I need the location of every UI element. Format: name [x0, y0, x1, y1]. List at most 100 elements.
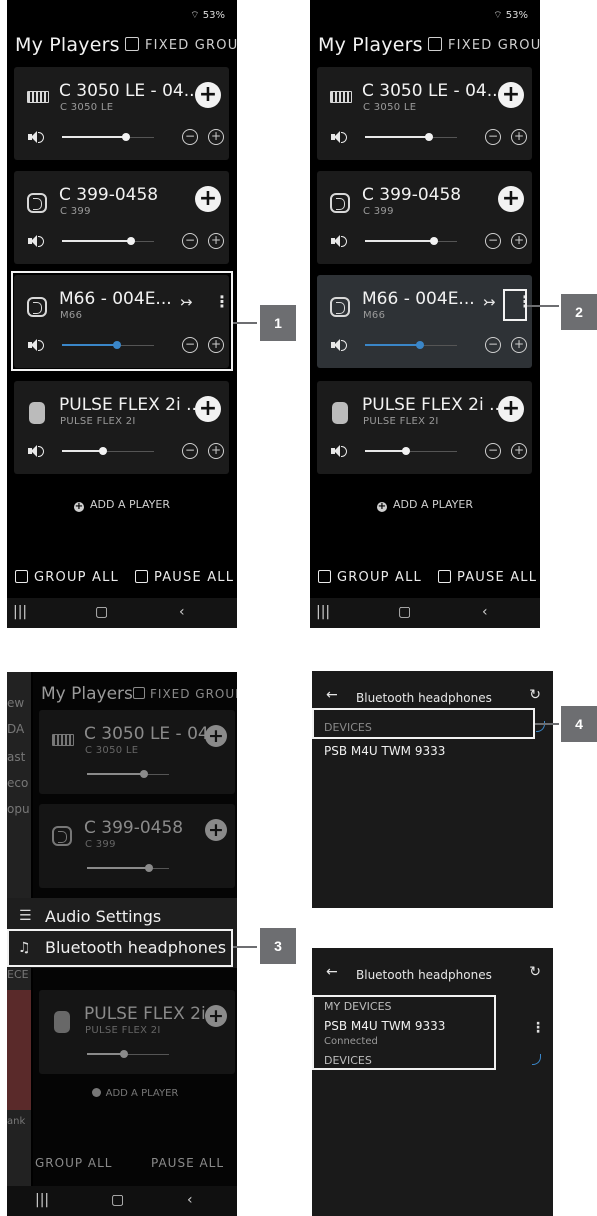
volume-slider[interactable]	[62, 237, 154, 245]
volume-up-button[interactable]: +	[511, 443, 527, 459]
callout-leader	[233, 322, 257, 324]
speaker-icon	[28, 130, 44, 144]
volume-slider[interactable]	[365, 341, 457, 349]
player-card[interactable]: PULSE FLEX 2i ... PULSE FLEX 2I + − +	[14, 381, 229, 474]
add-to-group-button[interactable]: +	[205, 819, 227, 841]
group-all-button[interactable]: GROUP ALL	[15, 570, 119, 585]
volume-down-button[interactable]: −	[182, 129, 198, 145]
back-icon[interactable]: ‹	[179, 604, 185, 620]
add-to-group-button[interactable]: +	[205, 1005, 227, 1027]
bluos-device-icon	[330, 297, 350, 317]
speaker-icon	[331, 234, 347, 248]
bluetooth-screen-2: ← Bluetooth headphones ↻ MY DEVICES PSB …	[312, 948, 553, 1216]
bluetooth-device-item[interactable]: PSB M4U TWM 9333	[324, 744, 445, 758]
pause-all-button[interactable]: PAUSE ALL	[135, 570, 234, 585]
add-to-group-button[interactable]: +	[205, 725, 227, 747]
add-to-group-button[interactable]: +	[195, 186, 221, 212]
player-card[interactable]: C 3050 LE - 04... C 3050 LE + − +	[317, 67, 532, 160]
speaker-icon	[28, 444, 44, 458]
callout-2: 2	[561, 294, 597, 330]
fixed-group-button[interactable]: FIXED GROUP	[428, 37, 540, 53]
pause-all-button[interactable]: PAUSE ALL	[151, 1156, 224, 1170]
player-model: PULSE FLEX 2I	[85, 1025, 161, 1036]
volume-slider[interactable]	[62, 133, 154, 141]
player-name: C 399-0458	[362, 185, 462, 205]
fixed-group-button[interactable]: FIXED GROUP	[125, 37, 237, 53]
add-player-button[interactable]: ADD A PLAYER	[33, 1088, 237, 1099]
page-title: My Players	[318, 34, 423, 56]
volume-slider[interactable]	[87, 770, 169, 778]
player-model: PULSE FLEX 2I	[363, 416, 439, 427]
plus-icon: +	[377, 501, 387, 512]
player-card[interactable]: C 3050 LE - 04... C 3050 LE + − +	[14, 67, 229, 160]
group-all-button[interactable]: GROUP ALL	[318, 570, 422, 585]
album-art-thumbnail	[7, 990, 31, 1110]
volume-up-button[interactable]: +	[511, 129, 527, 145]
add-to-group-button[interactable]: +	[498, 82, 524, 108]
player-model: C 3050 LE	[363, 102, 417, 113]
player-card[interactable]: C 399-0458 C 399 +	[39, 804, 235, 888]
home-nav-icon[interactable]: ▢	[111, 1192, 124, 1208]
pause-all-button[interactable]: PAUSE ALL	[438, 570, 537, 585]
screen-title: Bluetooth headphones	[356, 968, 492, 982]
player-card[interactable]: C 399-0458 C 399 + − +	[14, 171, 229, 264]
add-to-group-button[interactable]: +	[498, 396, 524, 422]
volume-up-button[interactable]: +	[511, 233, 527, 249]
back-icon[interactable]: ‹	[482, 604, 488, 620]
volume-slider[interactable]	[365, 133, 457, 141]
add-player-button[interactable]: + ADD A PLAYER	[7, 498, 237, 512]
bluos-device-icon	[330, 193, 350, 213]
add-to-group-button[interactable]: +	[195, 82, 221, 108]
refresh-icon[interactable]: ↻	[529, 964, 541, 980]
player-card[interactable]: M66 - 004E... M66 ↣ ⋮ − +	[317, 275, 532, 368]
group-arrow-icon[interactable]: ↣	[483, 293, 496, 311]
volume-down-button[interactable]: −	[485, 233, 501, 249]
group-all-button[interactable]: GROUP ALL	[35, 1156, 113, 1170]
recents-icon[interactable]: |||	[13, 604, 27, 620]
volume-slider[interactable]	[62, 447, 154, 455]
player-card[interactable]: C 399-0458 C 399 + − +	[317, 171, 532, 264]
back-arrow-icon[interactable]: ←	[326, 687, 338, 703]
bluos-device-icon	[27, 193, 47, 213]
volume-down-button[interactable]: −	[182, 443, 198, 459]
player-card[interactable]: PULSE FLEX 2i ... PULSE FLEX 2I + − +	[317, 381, 532, 474]
back-icon[interactable]: ‹	[187, 1192, 193, 1208]
volume-up-button[interactable]: +	[208, 443, 224, 459]
player-name: PULSE FLEX 2i ...	[59, 395, 203, 415]
volume-down-button[interactable]: −	[485, 443, 501, 459]
player-name: C 399-0458	[84, 818, 184, 838]
loading-spinner-icon	[532, 1054, 541, 1065]
player-card[interactable]: C 3050 LE - 04... C 3050 LE +	[39, 710, 235, 794]
player-name: C 399-0458	[59, 185, 159, 205]
speaker-icon	[331, 130, 347, 144]
refresh-icon[interactable]: ↻	[529, 687, 541, 703]
volume-slider[interactable]	[87, 1050, 169, 1058]
player-name: C 3050 LE - 04...	[59, 81, 200, 101]
back-arrow-icon[interactable]: ←	[326, 964, 338, 980]
player-card[interactable]: PULSE FLEX 2i ... PULSE FLEX 2I +	[39, 990, 235, 1074]
callout-1: 1	[260, 305, 296, 341]
volume-slider[interactable]	[87, 864, 169, 872]
recents-icon[interactable]: |||	[35, 1192, 49, 1208]
volume-up-button[interactable]: +	[511, 337, 527, 353]
add-player-button[interactable]: + ADD A PLAYER	[310, 498, 540, 512]
volume-up-button[interactable]: +	[208, 129, 224, 145]
more-options-icon[interactable]: ⋮	[531, 1020, 545, 1036]
volume-down-button[interactable]: −	[485, 337, 501, 353]
menu-item-audio-settings[interactable]: Audio Settings	[45, 907, 161, 926]
volume-slider[interactable]	[365, 447, 457, 455]
player-model: C 3050 LE	[60, 102, 114, 113]
volume-down-button[interactable]: −	[182, 233, 198, 249]
pause-icon	[438, 570, 451, 583]
volume-down-button[interactable]: −	[485, 129, 501, 145]
add-to-group-button[interactable]: +	[195, 396, 221, 422]
volume-slider[interactable]	[365, 237, 457, 245]
home-nav-icon[interactable]: ▢	[95, 604, 108, 620]
home-nav-icon[interactable]: ▢	[398, 604, 411, 620]
volume-up-button[interactable]: +	[208, 233, 224, 249]
recents-icon[interactable]: |||	[316, 604, 330, 620]
group-icon	[15, 570, 28, 583]
add-to-group-button[interactable]: +	[498, 186, 524, 212]
player-name: M66 - 004E...	[362, 289, 475, 309]
fixed-group-button[interactable]: FIXED GROUP	[133, 687, 237, 701]
